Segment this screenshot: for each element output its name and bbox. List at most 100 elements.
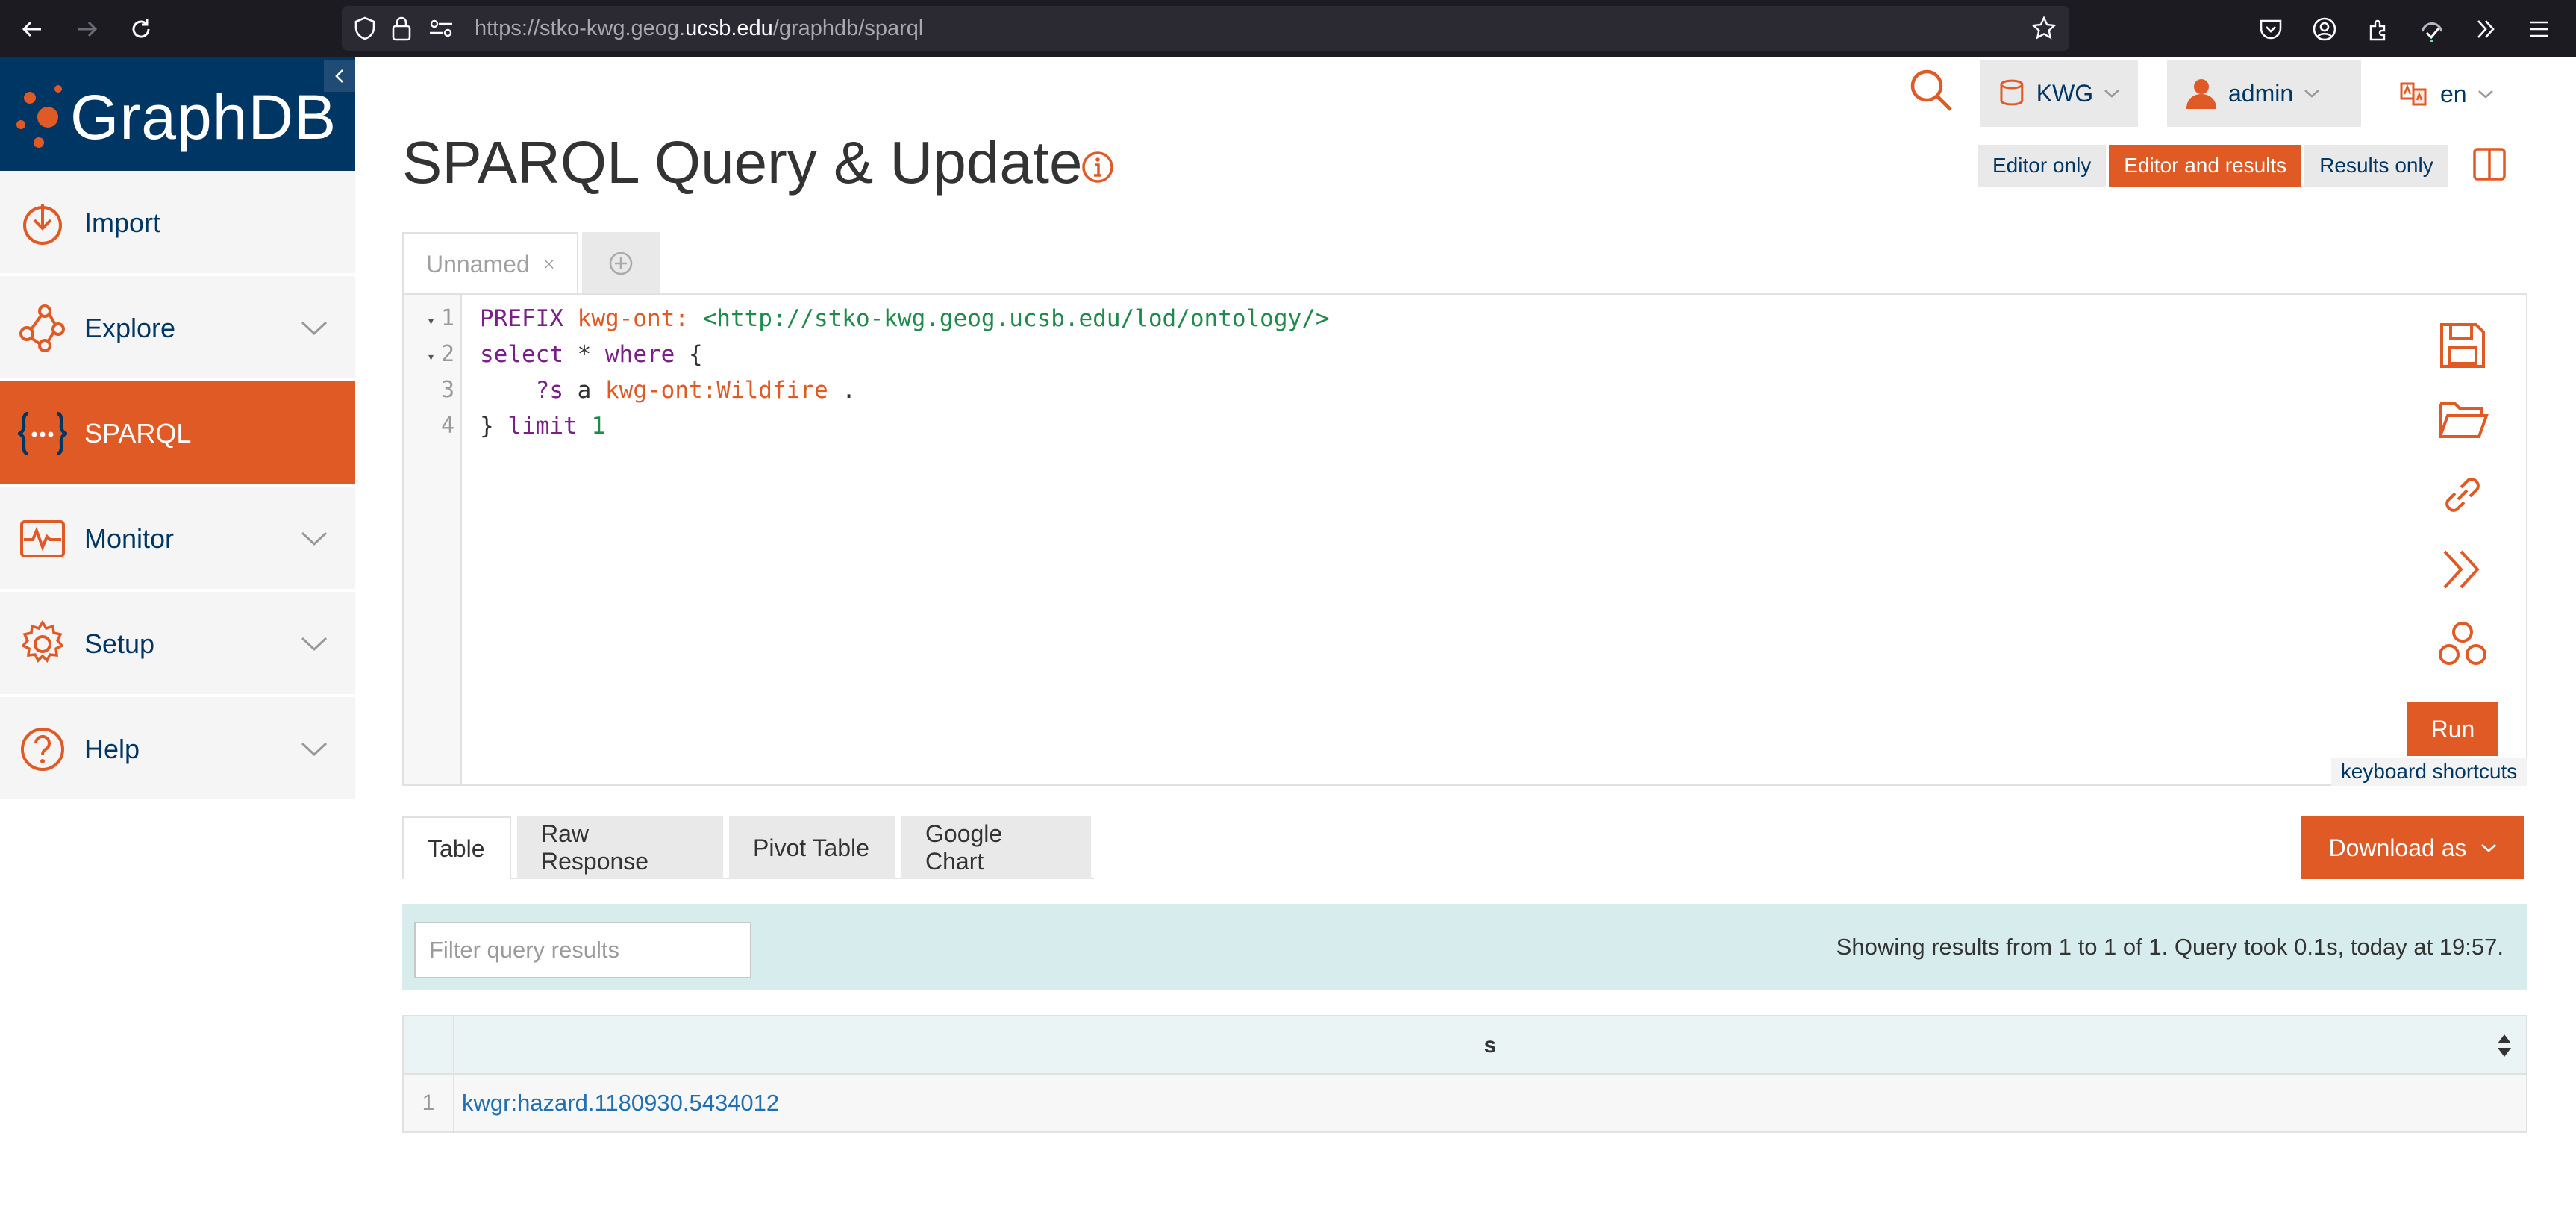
sidebar-item-import[interactable]: Import	[0, 171, 355, 275]
permissions-icon[interactable]	[428, 19, 454, 42]
hamburger-menu-icon[interactable]	[2521, 10, 2558, 48]
results-table: s 1 kwgr:hazard.1180930.5434012	[402, 1015, 2527, 1133]
back-icon[interactable]	[13, 10, 51, 48]
link-icon[interactable]	[2436, 468, 2489, 522]
code-line: } limit 1	[480, 413, 606, 440]
sidebar-item-label: Monitor	[84, 523, 175, 554]
abbreviation-icon[interactable]	[2436, 617, 2489, 671]
chevron-down-icon	[301, 321, 328, 336]
filter-results-input[interactable]	[414, 922, 751, 978]
sidebar: GraphDB Import Explore SPARQL Monitor Se…	[0, 57, 355, 1212]
row-index: 1	[404, 1075, 454, 1131]
chevron-down-icon	[301, 637, 328, 652]
add-tab-button[interactable]	[582, 232, 660, 295]
code-line: select * where {	[480, 341, 703, 368]
lock-icon[interactable]	[391, 16, 412, 45]
info-icon[interactable]	[1081, 150, 1115, 184]
line-number: ▾ 1	[427, 305, 454, 331]
sidebar-item-label: Import	[84, 207, 161, 238]
language-code: en	[2440, 80, 2467, 107]
index-header	[404, 1016, 454, 1075]
tab-label: Unnamed	[426, 250, 530, 278]
address-bar[interactable]: https://stko-kwg.geog.ucsb.edu/graphdb/s…	[342, 6, 2069, 51]
tab-table[interactable]: Table	[402, 816, 511, 879]
table-row: 1 kwgr:hazard.1180930.5434012	[404, 1075, 2526, 1131]
sidebar-item-help[interactable]: Help	[0, 697, 355, 801]
result-link[interactable]: kwgr:hazard.1180930.5434012	[462, 1075, 779, 1131]
explore-icon	[19, 304, 65, 352]
chevron-down-icon	[2477, 90, 2493, 99]
import-icon	[23, 204, 62, 245]
addon-icon[interactable]	[2413, 10, 2451, 48]
overflow-chevrons-icon[interactable]	[2467, 10, 2504, 48]
run-button[interactable]: Run	[2407, 702, 2498, 756]
query-editor[interactable]: ▾ 1 ▾ 2 3 4 PREFIX kwg-ont: <http://stko-k…	[402, 293, 2527, 786]
download-label: Download as	[2328, 834, 2467, 861]
download-as-button[interactable]: Download as	[2301, 816, 2524, 879]
repository-dropdown[interactable]: KWG	[1980, 60, 2138, 127]
tab-unnamed[interactable]: Unnamed	[402, 232, 578, 295]
split-layout-icon[interactable]	[2472, 146, 2507, 182]
repository-icon	[2000, 79, 2024, 106]
keyboard-shortcuts-link[interactable]: keyboard shortcuts	[2331, 758, 2527, 786]
sparql-icon	[18, 411, 67, 456]
editor-and-results-button[interactable]: Editor and results	[2109, 145, 2302, 187]
code-line: PREFIX kwg-ont: <http://stko-kwg.geog.uc…	[480, 305, 1330, 332]
account-icon[interactable]	[2306, 10, 2343, 48]
column-header-s[interactable]: s	[454, 1016, 2526, 1075]
sidebar-item-explore[interactable]: Explore	[0, 276, 355, 380]
sidebar-item-monitor[interactable]: Monitor	[0, 487, 355, 590]
url-text[interactable]: https://stko-kwg.geog.ucsb.edu/graphdb/s…	[475, 6, 923, 51]
chevron-down-icon	[301, 742, 328, 757]
shield-icon[interactable]	[354, 16, 376, 44]
chevron-down-icon	[2304, 90, 2320, 98]
forward-icon[interactable]	[69, 10, 106, 48]
graphdb-logo[interactable]: GraphDB	[0, 57, 355, 171]
language-dropdown[interactable]: en	[2398, 72, 2494, 116]
extensions-icon[interactable]	[2360, 10, 2397, 48]
help-icon	[21, 728, 64, 771]
sidebar-item-label: Explore	[84, 313, 176, 343]
line-number: ▾ 2	[427, 341, 454, 367]
sidebar-item-setup[interactable]: Setup	[0, 592, 355, 696]
language-icon	[2400, 82, 2427, 106]
browser-toolbar: https://stko-kwg.geog.ucsb.edu/graphdb/s…	[0, 0, 2576, 57]
sidebar-item-label: SPARQL	[84, 418, 192, 449]
save-icon[interactable]	[2436, 319, 2489, 372]
results-toolbar: Showing results from 1 to 1 of 1. Query …	[402, 904, 2527, 990]
gear-icon	[21, 619, 64, 663]
chevron-down-icon	[301, 531, 328, 546]
table-header: s	[404, 1016, 2526, 1075]
plus-circle-icon	[609, 252, 633, 275]
sidebar-item-label: Help	[84, 734, 140, 764]
line-number-gutter: ▾ 1 ▾ 2 3 4	[404, 295, 462, 784]
page-title: SPARQL Query & Update	[402, 129, 1083, 196]
view-mode-toggle: Editor only Editor and results Results o…	[1978, 145, 2451, 187]
folder-open-icon[interactable]	[2436, 393, 2489, 447]
graphdb-logo-icon	[16, 85, 62, 148]
line-number: 3	[440, 377, 454, 403]
results-only-button[interactable]: Results only	[2304, 145, 2448, 187]
collapse-sidebar-button[interactable]	[324, 60, 355, 92]
reload-icon[interactable]	[122, 10, 160, 48]
sidebar-item-label: Setup	[84, 628, 155, 659]
user-dropdown[interactable]: admin	[2167, 60, 2361, 127]
tab-google-chart[interactable]: Google Chart	[901, 816, 1091, 879]
code-line: ?s a kwg-ont:Wildfire .	[535, 377, 856, 404]
double-chevron-right-icon[interactable]	[2436, 543, 2489, 596]
chevron-down-icon	[2480, 844, 2496, 852]
chevron-down-icon	[2104, 90, 2119, 98]
sidebar-item-sparql[interactable]: SPARQL	[0, 381, 355, 485]
close-icon[interactable]	[543, 254, 554, 275]
repository-name: KWG	[2036, 79, 2094, 107]
pocket-icon[interactable]	[2252, 10, 2289, 48]
user-icon	[2186, 79, 2216, 109]
tab-pivot-table[interactable]: Pivot Table	[729, 816, 895, 879]
user-name: admin	[2228, 79, 2294, 107]
editor-only-button[interactable]: Editor only	[1978, 145, 2107, 187]
search-icon[interactable]	[1908, 67, 1954, 113]
sort-icon[interactable]	[2496, 1033, 2513, 1058]
bookmark-star-icon[interactable]	[2031, 16, 2057, 45]
tab-raw-response[interactable]: Raw Response	[517, 816, 723, 879]
brand-name: GraphDB	[70, 82, 337, 152]
